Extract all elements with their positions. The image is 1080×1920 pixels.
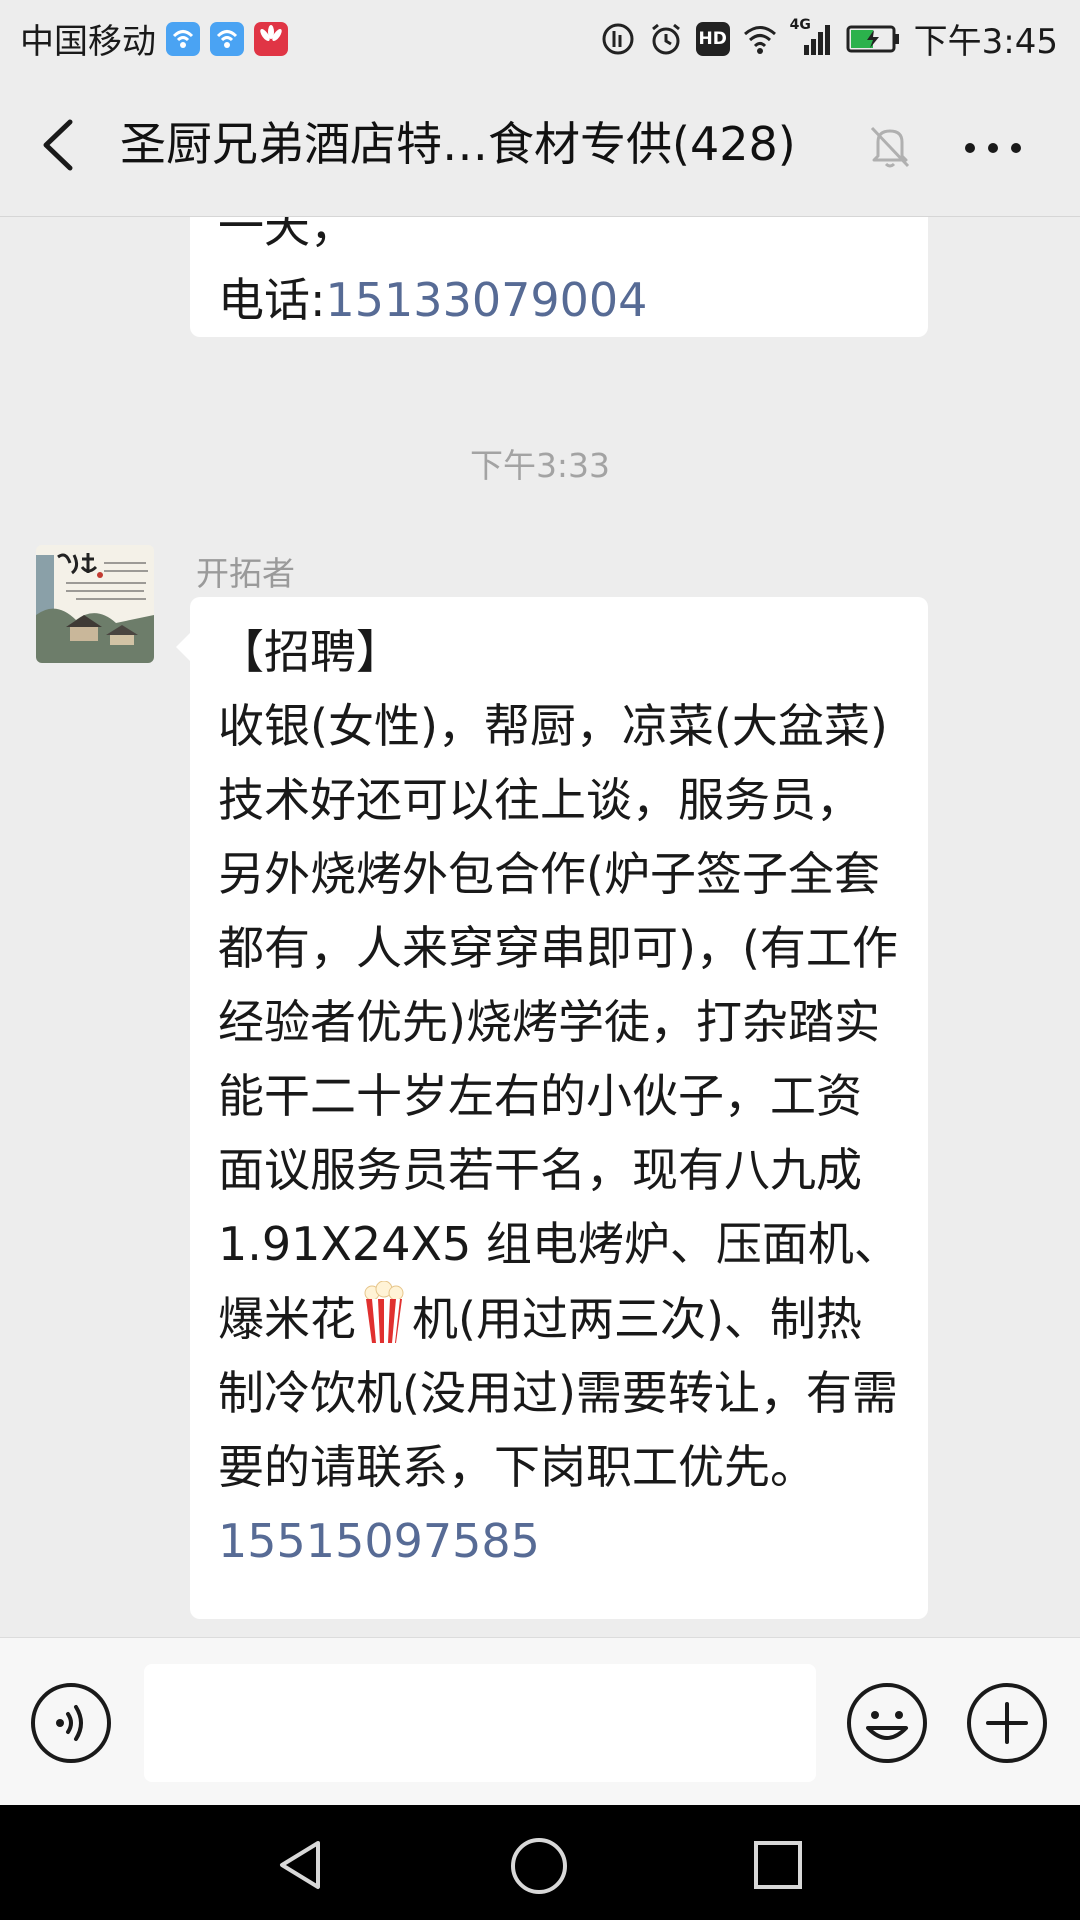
status-right: HD 4G 下午3:45 <box>600 14 1058 63</box>
previous-message-line: 一天， <box>218 217 356 253</box>
phone-link-current[interactable]: 15515097585 <box>218 1514 540 1568</box>
huawei-logo-icon <box>254 21 288 56</box>
input-bar <box>0 1637 1080 1806</box>
chat-title: 圣厨兄弟酒店特…食材专供(428) <box>120 117 796 171</box>
message-body-text-1: 收银(女性)，帮厨，凉菜(大盆菜)技术好还可以往上谈，服务员，另外烧烤外包合作(… <box>218 699 900 1346</box>
wifi-icon <box>743 25 776 54</box>
clock-label: 下午3:45 <box>913 22 1058 62</box>
message-bubble-current[interactable]: 【招聘】 收银(女性)，帮厨，凉菜(大盆菜)技术好还可以往上谈，服务员，另外烧烤… <box>176 597 928 1619</box>
hd-badge: HD <box>695 21 730 56</box>
phone-label: 电话: <box>218 273 326 327</box>
message-heading: 【招聘】 <box>218 625 402 679</box>
alarm-icon <box>651 23 680 54</box>
cellular-signal-icon: 4G <box>790 17 834 57</box>
sender-avatar[interactable] <box>36 545 154 663</box>
wifi-calling-icon-2 <box>210 21 244 56</box>
data-saver-icon <box>602 23 634 54</box>
back-arrow-icon[interactable] <box>30 110 90 180</box>
time-separator: 下午3:33 <box>469 446 611 485</box>
plus-icon[interactable] <box>966 1682 1048 1764</box>
avatar-painting-icon <box>36 545 154 663</box>
voice-icon[interactable] <box>30 1682 112 1764</box>
battery-charging-icon <box>846 25 899 52</box>
status-bar: 中国移动 HD 4G 下午3:45 <box>0 0 1080 74</box>
sender-name: 开拓者 <box>196 554 295 593</box>
system-nav-bar <box>0 1805 1080 1920</box>
chat-message-list[interactable]: 一天， 电话:15133079004 下午3:33 开拓者 【招聘】 收银(女性… <box>0 217 1080 1637</box>
carrier-label: 中国移动 <box>20 22 156 62</box>
message-body: 收银(女性)，帮厨，凉菜(大盆菜)技术好还可以往上谈，服务员，另外烧烤外包合作(… <box>218 689 902 1578</box>
nav-back-icon[interactable] <box>272 1835 332 1895</box>
nav-recent-icon[interactable] <box>750 1837 806 1893</box>
wifi-calling-icon <box>166 21 200 56</box>
message-bubble-previous[interactable]: 一天， 电话:15133079004 <box>190 217 928 337</box>
popcorn-emoji-icon <box>364 1281 404 1343</box>
phone-link-previous[interactable]: 15133079004 <box>326 273 648 327</box>
emoji-icon[interactable] <box>846 1682 928 1764</box>
nav-home-icon[interactable] <box>508 1835 570 1897</box>
status-left: 中国移动 <box>20 14 288 63</box>
previous-message-phone-line: 电话:15133079004 <box>218 263 902 337</box>
mute-bell-icon <box>870 126 910 168</box>
message-input[interactable] <box>144 1664 816 1782</box>
chat-header: 圣厨兄弟酒店特…食材专供(428) <box>0 74 1080 217</box>
more-dots-icon[interactable] <box>958 128 1028 168</box>
